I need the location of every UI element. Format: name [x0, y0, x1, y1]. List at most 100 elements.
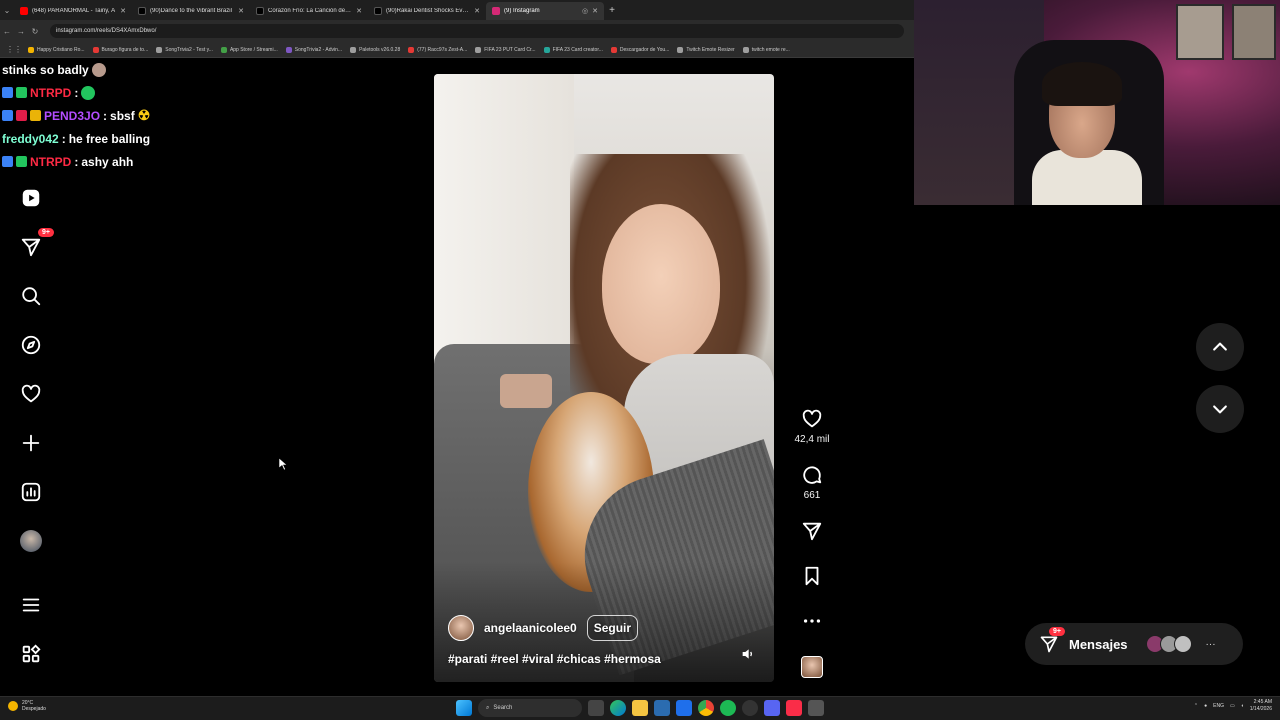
sidebar-item-create[interactable]	[16, 428, 46, 458]
chevron-up-icon[interactable]: ⌃	[1194, 703, 1198, 709]
obs-icon[interactable]	[742, 700, 758, 716]
follow-button[interactable]: Seguir	[586, 615, 639, 641]
back-icon[interactable]: ←	[0, 27, 14, 36]
sidebar-item-explore[interactable]	[16, 330, 46, 360]
url-text: instagram.com/reels/DS4XAmxDbwo/	[56, 28, 157, 34]
bookmark[interactable]: FIFA 23 PUT Card Cr...	[475, 46, 536, 53]
edge-icon[interactable]	[610, 700, 626, 716]
bookmarks-bar: ⋮⋮ Happy Cristiano Ro... Burago figura d…	[0, 42, 914, 58]
browser-tab[interactable]: (90)Dance to the Vibrant Brazil ✕	[132, 2, 250, 20]
sidebar-item-profile[interactable]	[16, 526, 46, 556]
search-icon: ⌕	[486, 704, 490, 711]
clock-time: 2:45 AM	[1253, 699, 1272, 705]
forward-icon[interactable]: →	[14, 27, 28, 36]
messages-icon-wrap: 9+	[1039, 627, 1065, 654]
volume-icon[interactable]: ◖	[1241, 703, 1244, 709]
next-reel-button[interactable]	[1196, 385, 1244, 433]
display-icon[interactable]: ▭	[1230, 703, 1235, 709]
sidebar-item-more[interactable]	[16, 590, 46, 620]
store-icon[interactable]	[654, 700, 670, 716]
tab-title: Corazón Frío: La Canción de un	[268, 8, 353, 14]
bookmark[interactable]: App Store / Streami...	[220, 46, 278, 53]
chat-username: freddy042	[2, 131, 59, 146]
sidebar-item-reels[interactable]	[16, 183, 46, 213]
tab-close-icon[interactable]: ✕	[356, 7, 362, 15]
file-explorer-icon[interactable]	[632, 700, 648, 716]
apps-icon	[22, 644, 41, 663]
language-indicator[interactable]: ENG	[1213, 703, 1224, 709]
previous-reel-button[interactable]	[1196, 323, 1244, 371]
bookmark[interactable]: Paletools v26.0.28	[350, 46, 400, 53]
taskbar-search[interactable]: ⌕ Search	[478, 699, 582, 717]
chrome-icon[interactable]	[698, 700, 714, 716]
bookmark[interactable]: (77) Racc97s Zest-A...	[408, 46, 467, 53]
messages-label: Mensajes	[1069, 636, 1128, 652]
new-tab-button[interactable]: +	[604, 5, 620, 16]
mute-tab-icon[interactable]: ◎	[582, 7, 588, 15]
mouse-cursor	[278, 457, 288, 471]
bookmark[interactable]: Happy Cristiano Ro...	[28, 46, 85, 53]
tab-close-icon[interactable]: ✕	[592, 7, 598, 15]
chat-message: NTRPD :	[2, 81, 202, 104]
reel-caption[interactable]: #parati #reel #viral #chicas #hermosa	[448, 652, 661, 666]
messages-badge: 9+	[1049, 627, 1065, 636]
windows-start-icon[interactable]	[456, 700, 472, 716]
microphone-icon[interactable]: ●	[1204, 703, 1207, 709]
discord-icon[interactable]	[764, 700, 780, 716]
music-icon[interactable]	[786, 700, 802, 716]
reload-icon[interactable]: ↻	[28, 27, 42, 36]
mail-icon[interactable]	[676, 700, 692, 716]
author-username[interactable]: angelaanicolee0	[484, 621, 577, 635]
author-avatar[interactable]	[448, 615, 474, 641]
tab-close-icon[interactable]: ✕	[120, 7, 126, 15]
messages-button[interactable]: 9+ Mensajes ···	[1025, 623, 1243, 665]
sidebar-item-notifications[interactable]	[16, 379, 46, 409]
bookmark[interactable]: Twitch Emote Resizer	[677, 46, 735, 53]
tab-search-icon[interactable]: ⌄	[0, 6, 14, 15]
weather-widget[interactable]: 20°C Despejado	[8, 700, 46, 712]
tab-close-icon[interactable]: ✕	[474, 7, 480, 15]
youtube-icon	[20, 7, 28, 15]
sidebar-item-apps[interactable]	[16, 639, 46, 669]
streamer-hair	[1042, 62, 1122, 106]
clock[interactable]: 2:45 AM 1/14/2026	[1250, 699, 1272, 712]
share-button[interactable]	[790, 520, 834, 542]
reel-video[interactable]: angelaanicolee0 Seguir #parati #reel #vi…	[434, 74, 774, 682]
browser-tab-active[interactable]: (9) Instagram ◎ ✕	[486, 2, 604, 20]
bookmark-label: Burago figura de to...	[101, 46, 149, 53]
bookmark[interactable]: SongTrivia2 - Advin...	[285, 46, 342, 53]
app-icon[interactable]	[808, 700, 824, 716]
more-options-button[interactable]	[790, 610, 834, 632]
original-audio-thumbnail[interactable]	[801, 656, 823, 678]
tab-close-icon[interactable]: ✕	[238, 7, 244, 15]
browser-tab[interactable]: Corazón Frío: La Canción de un ✕	[250, 2, 368, 20]
chat-separator: :	[74, 85, 79, 100]
comment-button[interactable]: 661	[790, 464, 834, 501]
volume-icon[interactable]	[740, 646, 756, 662]
bookmark[interactable]: SongTrivia2 - Test y...	[156, 46, 213, 53]
browser-tab[interactable]: (90)Rakai Dentist Shocks Every ✕	[368, 2, 486, 20]
bookmark-favicon	[220, 46, 227, 53]
bookmark-favicon	[742, 46, 749, 53]
save-button[interactable]	[790, 565, 834, 587]
bookmark[interactable]: Descargador de You...	[610, 46, 669, 53]
url-field[interactable]: instagram.com/reels/DS4XAmxDbwo/	[50, 24, 904, 38]
task-view-icon[interactable]	[588, 700, 604, 716]
bookmark[interactable]: Burago figura de to...	[92, 46, 149, 53]
spotify-icon[interactable]	[720, 700, 736, 716]
chevron-down-icon	[1213, 405, 1227, 414]
clock-date: 1/14/2026	[1249, 705, 1272, 712]
bookmark[interactable]: FIFA 23 Card creator...	[543, 46, 603, 53]
sidebar-item-messages[interactable]: 9+	[16, 228, 54, 262]
chat-text: sbsf	[110, 108, 135, 123]
bookmark[interactable]: twitch emote re...	[742, 46, 790, 53]
browser-tab[interactable]: (648) PARANORMAL - Tainy, Á ✕	[14, 2, 132, 20]
badge-icon	[2, 87, 13, 98]
apps-grid-icon[interactable]: ⋮⋮	[6, 45, 22, 54]
sidebar-item-dashboard[interactable]	[16, 477, 46, 507]
sidebar-item-search[interactable]	[16, 281, 46, 311]
webcam-overlay	[914, 0, 1280, 205]
tab-title: (648) PARANORMAL - Tainy, Á	[32, 8, 116, 14]
like-button[interactable]: 42,4 mil	[790, 408, 834, 445]
cursor-arrow-icon	[278, 457, 288, 471]
